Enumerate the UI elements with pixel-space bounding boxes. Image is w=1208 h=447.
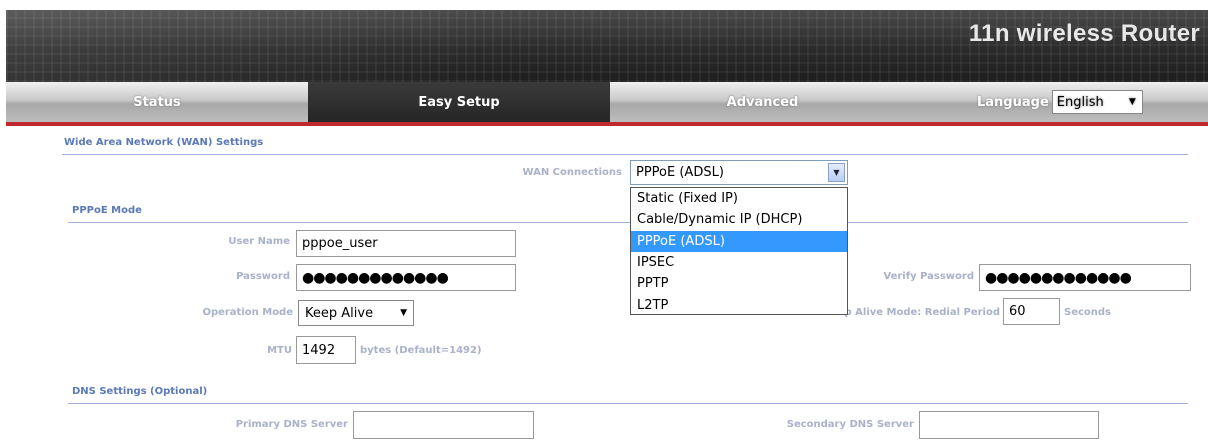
header-banner: 11n wireless Router <box>6 10 1208 82</box>
pppoe-section-rule <box>68 222 1188 223</box>
password-value: ●●●●●●●●●●●●● <box>302 269 449 286</box>
mtu-label: MTU <box>267 345 292 356</box>
tab-easy-setup[interactable]: Easy Setup <box>308 82 610 122</box>
redial-period-input[interactable]: 60 <box>1003 298 1060 325</box>
wan-connections-dropdown: Static (Fixed IP) Cable/Dynamic IP (DHCP… <box>630 187 848 315</box>
password-label: Password <box>236 271 290 282</box>
wan-connections-select[interactable]: PPPoE (ADSL) ▼ <box>630 160 848 185</box>
wan-connections-label: WAN Connections <box>522 167 622 178</box>
redial-period-value: 60 <box>1009 304 1026 319</box>
mtu-value: 1492 <box>302 342 336 358</box>
language-label: Language <box>977 94 1049 110</box>
verify-password-input[interactable]: ●●●●●●●●●●●●● <box>979 264 1191 291</box>
wan-option-pppoe[interactable]: PPPoE (ADSL) <box>631 230 847 252</box>
chevron-down-icon: ▼ <box>828 163 845 182</box>
pppoe-section-title: PPPoE Mode <box>72 205 142 216</box>
secondary-dns-label: Secondary DNS Server <box>786 419 914 430</box>
tab-advanced[interactable]: Advanced <box>610 82 915 122</box>
wan-section-rule <box>62 154 1188 155</box>
username-input[interactable]: pppoe_user <box>296 230 516 257</box>
wan-option-pptp[interactable]: PPTP <box>631 273 847 294</box>
header: 11n wireless Router <box>0 0 1208 82</box>
password-input[interactable]: ●●●●●●●●●●●●● <box>296 264 516 291</box>
username-label: User Name <box>228 236 290 247</box>
redial-unit-label: Seconds <box>1064 307 1112 318</box>
operation-mode-select[interactable]: Keep Alive ▼ <box>298 300 414 326</box>
wan-option-ipsec[interactable]: IPSEC <box>631 252 847 273</box>
chevron-down-icon: ▼ <box>1128 97 1136 107</box>
language-select[interactable]: English ▼ <box>1051 90 1143 114</box>
language-value: English <box>1056 94 1104 110</box>
verify-password-value: ●●●●●●●●●●●●● <box>985 269 1132 286</box>
mtu-hint: bytes (Default=1492) <box>360 345 482 356</box>
chevron-down-icon: ▼ <box>400 308 407 318</box>
product-title: 11n wireless Router <box>968 20 1200 47</box>
wan-connections-value: PPPoE (ADSL) <box>636 165 724 180</box>
dns-section-title: DNS Settings (Optional) <box>72 386 208 397</box>
main-nav: Status Easy Setup Advanced Language Engl… <box>6 82 1208 122</box>
wan-option-l2tp[interactable]: L2TP <box>631 294 847 315</box>
wan-section-title: Wide Area Network (WAN) Settings <box>64 137 264 148</box>
primary-dns-label: Primary DNS Server <box>235 419 348 430</box>
wan-option-static[interactable]: Static (Fixed IP) <box>631 188 847 209</box>
header-shine <box>6 10 728 82</box>
dns-section-rule <box>68 403 1188 404</box>
primary-dns-input[interactable] <box>353 411 534 439</box>
nav-divider <box>6 122 1208 126</box>
username-value: pppoe_user <box>302 236 378 251</box>
mtu-input[interactable]: 1492 <box>296 336 356 364</box>
operation-mode-label: Operation Mode <box>202 307 293 318</box>
operation-mode-value: Keep Alive <box>305 305 374 321</box>
tab-status[interactable]: Status <box>6 82 308 122</box>
secondary-dns-input[interactable] <box>919 411 1099 439</box>
wan-option-dhcp[interactable]: Cable/Dynamic IP (DHCP) <box>631 209 847 230</box>
language-area: Language English ▼ <box>915 82 1208 122</box>
